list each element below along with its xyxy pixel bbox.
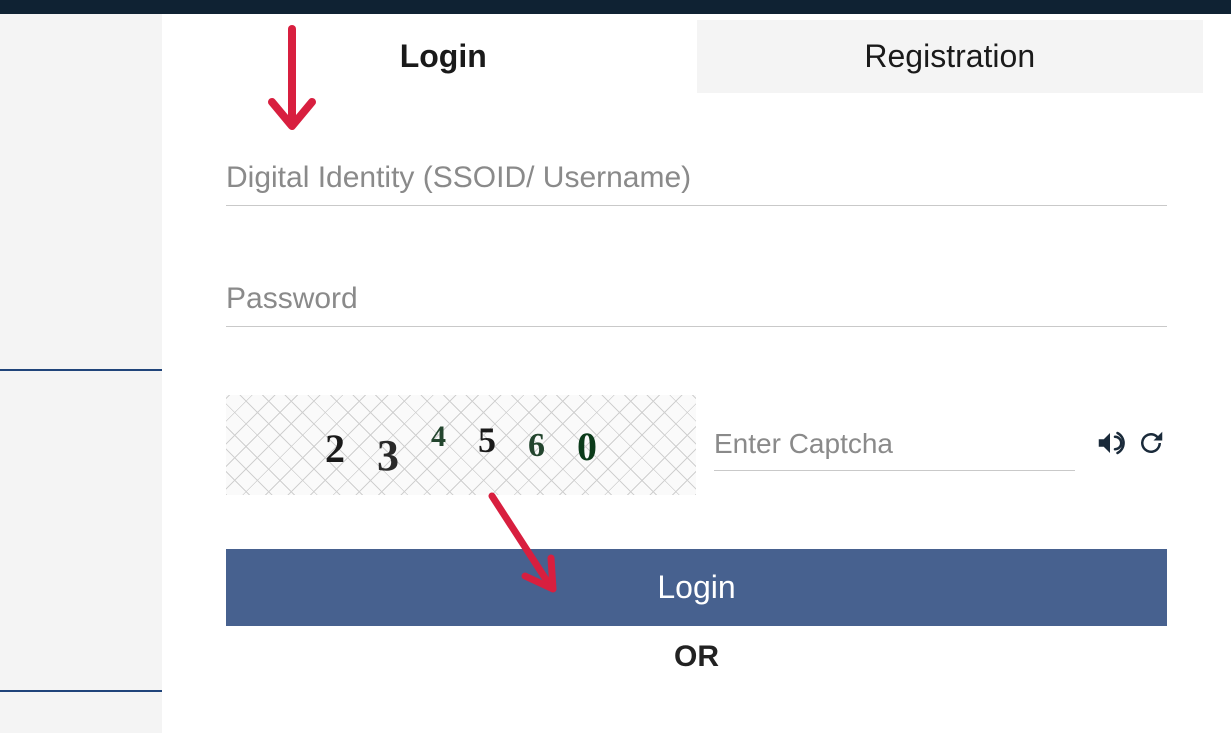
captcha-digit: 2: [309, 425, 361, 472]
or-divider-text: OR: [226, 640, 1167, 674]
ssoid-input[interactable]: [226, 153, 1167, 206]
captcha-refresh-icon[interactable]: [1135, 428, 1167, 463]
captcha-input[interactable]: [714, 420, 1075, 471]
login-button[interactable]: Login: [226, 549, 1167, 626]
captcha-image: 2 3 4 5 6 0: [226, 395, 696, 495]
main-panel: Login Registration 2 3 4 5 6 0: [162, 14, 1231, 733]
top-nav-bar: [0, 0, 1231, 14]
tab-registration[interactable]: Registration: [697, 20, 1204, 93]
captcha-controls: [1093, 428, 1167, 463]
login-form: 2 3 4 5 6 0: [190, 93, 1203, 674]
captcha-digit: 4: [415, 420, 462, 454]
captcha-row: 2 3 4 5 6 0: [226, 395, 1167, 495]
sidebar: [0, 14, 162, 733]
captcha-audio-icon[interactable]: [1093, 428, 1127, 463]
captcha-digit: 6: [512, 427, 561, 465]
captcha-digits: 2 3 4 5 6 0: [309, 420, 613, 471]
tab-login[interactable]: Login: [190, 20, 697, 93]
auth-tabs: Login Registration: [190, 20, 1203, 93]
captcha-digit: 0: [561, 423, 613, 470]
captcha-digit: 5: [462, 419, 512, 461]
captcha-digit: 3: [361, 430, 415, 481]
password-input[interactable]: [226, 274, 1167, 327]
